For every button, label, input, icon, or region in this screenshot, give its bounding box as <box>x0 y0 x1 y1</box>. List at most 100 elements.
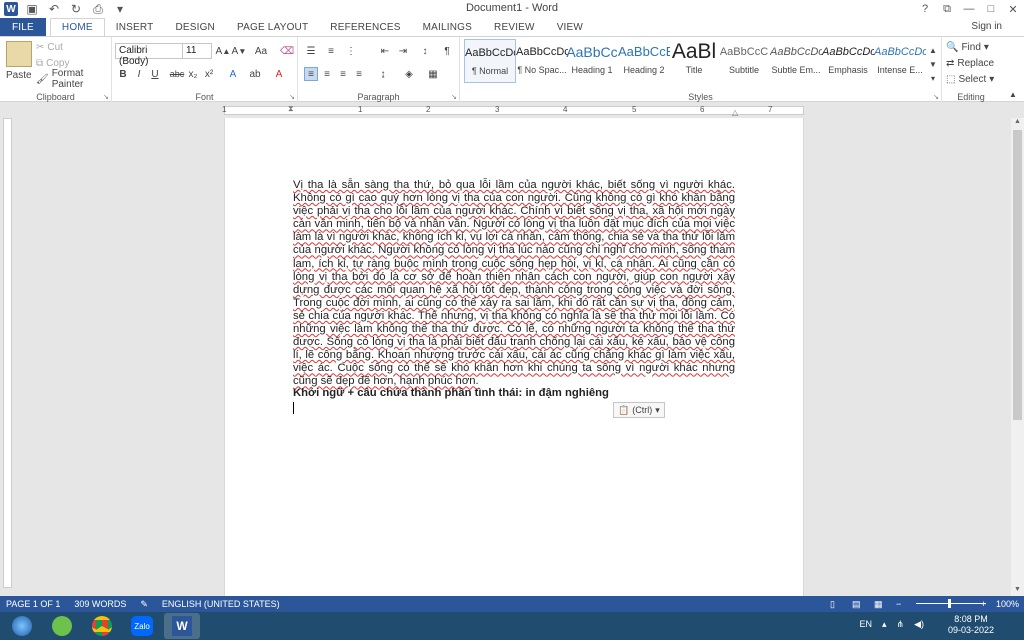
collapse-ribbon-icon[interactable]: ▲ <box>1006 87 1020 101</box>
zoom-level[interactable]: 100% <box>996 599 1019 609</box>
align-left-icon[interactable]: ≡ <box>304 67 318 81</box>
minimize-button[interactable]: — <box>958 0 980 18</box>
redo-icon[interactable]: ↻ <box>68 1 84 17</box>
zoom-thumb[interactable] <box>948 599 951 608</box>
horizontal-ruler[interactable]: 1 1 2 3 4 5 6 7 ⧗ △ <box>0 102 1024 118</box>
indent-marker-icon[interactable]: ⧗ <box>288 104 294 114</box>
styles-scroll-down-icon[interactable]: ▼ <box>926 57 940 71</box>
scrollbar-thumb[interactable] <box>1013 130 1022 420</box>
page-count[interactable]: PAGE 1 OF 1 <box>6 599 60 609</box>
justify-icon[interactable]: ≡ <box>352 67 366 81</box>
style-emphasis[interactable]: AaBbCcDc Emphasis <box>822 39 874 83</box>
clear-formatting-icon[interactable]: ⌫ <box>280 44 294 58</box>
grow-font-icon[interactable]: A ▲ <box>216 44 231 58</box>
italic-icon[interactable]: I <box>132 67 146 81</box>
paste-icon[interactable] <box>6 41 32 67</box>
styles-more-icon[interactable]: ▾ <box>926 71 940 85</box>
select-button[interactable]: ⬚ Select ▾ <box>946 71 994 87</box>
underline-icon[interactable]: U <box>148 67 162 81</box>
tab-page-layout[interactable]: PAGE LAYOUT <box>226 18 319 36</box>
shrink-font-icon[interactable]: A ▼ <box>232 44 247 58</box>
decrease-indent-icon[interactable]: ⇤ <box>378 44 392 58</box>
numbering-icon[interactable]: ≡ <box>324 44 338 58</box>
show-formatting-icon[interactable]: ¶ <box>440 44 454 58</box>
bold-note-line[interactable]: Khởi ngữ + câu chứa thành phần tình thái… <box>293 387 735 399</box>
superscript-icon[interactable]: x² <box>202 67 216 81</box>
print-layout-icon[interactable]: ▤ <box>852 599 861 610</box>
close-button[interactable]: ✕ <box>1002 0 1024 18</box>
ribbon-display-options-icon[interactable]: ⧉ <box>936 0 958 18</box>
customize-quick-access-icon[interactable]: ▾ <box>112 1 128 17</box>
style-no-spacing[interactable]: AaBbCcDc ¶ No Spac... <box>516 39 568 83</box>
change-case-icon[interactable]: Aa <box>254 44 268 58</box>
font-color-icon[interactable]: A <box>272 67 286 81</box>
style-subtle-emphasis[interactable]: AaBbCcDc Subtle Em... <box>770 39 822 83</box>
start-button[interactable] <box>4 613 40 639</box>
undo-icon[interactable]: ↶ <box>46 1 62 17</box>
format-painter-button[interactable]: 🖌 Format Painter <box>36 68 111 90</box>
borders-icon[interactable]: ▦ <box>426 67 440 81</box>
right-indent-icon[interactable]: △ <box>732 108 738 117</box>
align-center-icon[interactable]: ≡ <box>320 67 334 81</box>
paste-options-button[interactable]: 📋 (Ctrl) ▾ <box>613 402 665 418</box>
style-subtitle[interactable]: AaBbCcC Subtitle <box>718 39 770 83</box>
vertical-ruler[interactable] <box>0 118 14 598</box>
subscript-icon[interactable]: x₂ <box>186 67 200 81</box>
highlight-icon[interactable]: ab <box>248 67 262 81</box>
clipboard-launcher-icon[interactable]: ↘ <box>103 93 109 101</box>
sort-icon[interactable]: ↕ <box>418 44 432 58</box>
word-count[interactable]: 309 WORDS <box>74 599 126 609</box>
bold-icon[interactable]: B <box>116 67 130 81</box>
tab-insert[interactable]: INSERT <box>105 18 165 36</box>
help-button[interactable]: ? <box>914 0 936 18</box>
cut-button[interactable]: ✂ Cut <box>36 39 63 55</box>
web-layout-icon[interactable]: ▦ <box>874 599 883 610</box>
bullets-icon[interactable]: ☰ <box>304 44 318 58</box>
increase-indent-icon[interactable]: ⇥ <box>396 44 410 58</box>
zalo-icon[interactable]: Zalo <box>124 613 160 639</box>
multilevel-list-icon[interactable]: ⋮ <box>344 44 358 58</box>
shading-icon[interactable]: ◈ <box>402 67 416 81</box>
save-icon[interactable]: ▣ <box>24 1 40 17</box>
restore-button[interactable]: □ <box>980 0 1002 18</box>
style-heading-2[interactable]: AaBbCcE Heading 2 <box>618 39 670 83</box>
font-size-select[interactable]: 11 <box>182 43 212 59</box>
greenshot-icon[interactable] <box>44 613 80 639</box>
style-intense-emphasis[interactable]: AaBbCcDc Intense E... <box>874 39 926 83</box>
replace-button[interactable]: ⇄ Replace <box>946 55 994 71</box>
zoom-slider[interactable] <box>910 599 990 609</box>
paragraph-launcher-icon[interactable]: ↘ <box>451 93 457 101</box>
style-heading-1[interactable]: AaBbCc Heading 1 <box>566 39 618 83</box>
input-language[interactable]: EN <box>859 619 872 630</box>
paste-button[interactable]: Paste <box>6 67 32 83</box>
find-button[interactable]: 🔍 Find ▾ <box>946 39 989 55</box>
line-spacing-icon[interactable]: ↨ <box>376 67 390 81</box>
text-effects-icon[interactable]: A <box>226 67 240 81</box>
scroll-up-icon[interactable]: ▲ <box>1011 118 1024 128</box>
font-launcher-icon[interactable]: ↘ <box>289 93 295 101</box>
sign-in-link[interactable]: Sign in <box>971 18 1002 36</box>
document-body-text[interactable]: Vị tha là sẵn sàng tha thứ, bỏ qua lỗi l… <box>293 179 735 389</box>
font-family-select[interactable]: Calibri (Body) <box>115 43 183 67</box>
clock[interactable]: 8:08 PM 09-03-2022 <box>948 614 994 636</box>
tab-design[interactable]: DESIGN <box>164 18 226 36</box>
tab-view[interactable]: VIEW <box>546 18 594 36</box>
strikethrough-icon[interactable]: abc <box>170 67 185 81</box>
style-title[interactable]: AaBl Title <box>668 39 720 83</box>
tab-home[interactable]: HOME <box>49 17 105 37</box>
scroll-down-icon[interactable]: ▼ <box>1011 586 1024 596</box>
tray-expand-icon[interactable]: ▴ <box>882 619 887 630</box>
read-mode-icon[interactable]: ▯ <box>830 599 835 610</box>
tab-file[interactable]: FILE <box>0 18 46 36</box>
proofing-icon[interactable]: ✎ <box>140 599 148 610</box>
tab-review[interactable]: REVIEW <box>483 18 546 36</box>
chrome-icon[interactable] <box>84 613 120 639</box>
document-page[interactable]: Vị tha là sẵn sàng tha thứ, bỏ qua lỗi l… <box>224 118 804 596</box>
style-normal[interactable]: AaBbCcDc ¶ Normal <box>464 39 516 83</box>
print-preview-icon[interactable]: ⎙ <box>90 1 106 17</box>
word-icon[interactable]: W <box>164 613 200 639</box>
volume-icon[interactable]: ◀) <box>914 619 924 630</box>
language-indicator[interactable]: ENGLISH (UNITED STATES) <box>162 599 280 609</box>
vertical-scrollbar[interactable]: ▲ ▼ <box>1011 118 1024 596</box>
styles-scroll-up-icon[interactable]: ▲ <box>926 43 940 57</box>
